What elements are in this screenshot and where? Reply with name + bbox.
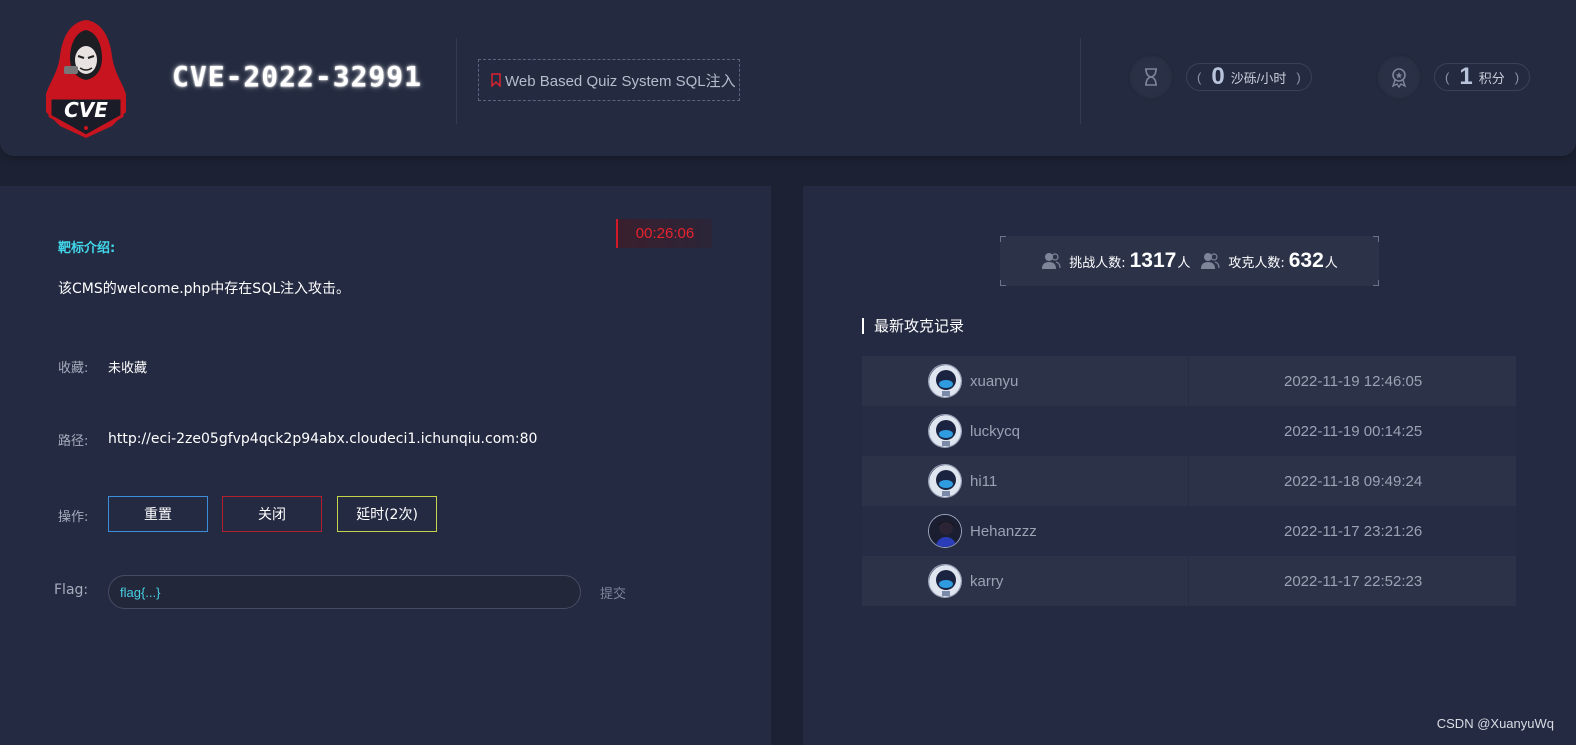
table-row: xuanyu 2022-11-19 12:46:05 xyxy=(862,356,1516,406)
intro-label: 靶标介绍: xyxy=(58,241,116,256)
medal-icon xyxy=(1376,54,1422,100)
watermark: CSDN @XuanyuWq xyxy=(1436,716,1554,731)
operations-label: 操作: xyxy=(58,510,89,525)
challengers-stat: 挑战人数: 1317 人 xyxy=(1041,249,1190,273)
avatar[interactable] xyxy=(928,464,962,498)
record-time: 2022-11-17 22:52:23 xyxy=(1284,572,1423,590)
users-icon xyxy=(1042,253,1061,269)
users-icon xyxy=(1201,253,1220,269)
target-detail-panel xyxy=(0,186,771,745)
avatar[interactable] xyxy=(928,514,962,548)
sand-rate-pill: ( 0 沙砾/小时 ) xyxy=(1186,63,1312,91)
points-stat: ( 1 积分 ) xyxy=(1376,54,1531,100)
table-row: luckycq 2022-11-19 00:14:25 xyxy=(862,406,1516,456)
countdown-timer: 00:26:06 xyxy=(616,219,712,248)
paren-open: ( xyxy=(1445,69,1450,85)
record-username[interactable]: hi11 xyxy=(970,473,997,490)
path-label: 路径: xyxy=(58,434,89,449)
challengers-label: 挑战人数: xyxy=(1069,255,1126,271)
logo-text: CVE xyxy=(64,98,108,122)
points-pill: ( 1 积分 ) xyxy=(1434,63,1531,91)
record-username[interactable]: karry xyxy=(970,573,1003,590)
points-value: 1 xyxy=(1459,63,1473,90)
paren-close: ) xyxy=(1296,69,1301,85)
challengers-unit: 人 xyxy=(1177,255,1191,271)
challengers-count: 1317 xyxy=(1129,249,1177,272)
solvers-count: 632 xyxy=(1288,249,1324,272)
header-divider xyxy=(456,38,457,124)
paren-open: ( xyxy=(1197,69,1202,85)
record-time: 2022-11-18 09:49:24 xyxy=(1284,472,1423,490)
solvers-unit: 人 xyxy=(1324,255,1338,271)
avatar[interactable] xyxy=(928,564,962,598)
points-unit: 积分 xyxy=(1478,70,1505,86)
cve-logo: CVE xyxy=(46,20,126,138)
records-title: 最新攻克记录 xyxy=(862,318,964,334)
cve-id-title: CVE-2022-32991 xyxy=(172,60,423,93)
avatar[interactable] xyxy=(928,414,962,448)
sand-rate-value: 0 xyxy=(1211,63,1225,90)
bookmark-icon xyxy=(491,73,501,87)
solvers-label: 攻克人数: xyxy=(1228,255,1285,271)
table-row: Hehanzzz 2022-11-17 23:21:26 xyxy=(862,506,1516,556)
record-username[interactable]: luckycq xyxy=(970,423,1020,440)
reset-button[interactable]: 重置 xyxy=(108,496,208,532)
flag-input[interactable] xyxy=(108,575,581,609)
solvers-stat: 攻克人数: 632 人 xyxy=(1200,249,1338,273)
table-row: karry 2022-11-17 22:52:23 xyxy=(862,556,1516,606)
records-table: xuanyu 2022-11-19 12:46:05 luckycq 2022-… xyxy=(862,356,1516,606)
task-name: Web Based Quiz System SQL注入 xyxy=(505,72,736,90)
table-row: hi11 2022-11-18 09:49:24 xyxy=(862,456,1516,506)
sand-rate-stat: ( 0 沙砾/小时 ) xyxy=(1128,54,1312,100)
flag-label: Flag: xyxy=(54,582,89,598)
record-time: 2022-11-19 12:46:05 xyxy=(1284,372,1423,390)
favorite-toggle[interactable]: 未收藏 xyxy=(108,357,147,376)
close-button[interactable]: 关闭 xyxy=(222,496,322,532)
record-username[interactable]: xuanyu xyxy=(970,373,1018,390)
avatar[interactable] xyxy=(928,364,962,398)
top-header: CVE CVE-2022-32991 Web Based Quiz System… xyxy=(0,0,1576,156)
participation-counter: 挑战人数: 1317 人 攻克人数: 632 人 xyxy=(1000,236,1379,286)
header-divider xyxy=(1080,38,1081,124)
sand-rate-unit: 沙砾/小时 xyxy=(1230,70,1287,86)
task-name-box: Web Based Quiz System SQL注入 xyxy=(478,59,740,101)
delay-button[interactable]: 延时(2次) xyxy=(337,496,437,532)
paren-close: ) xyxy=(1514,69,1520,85)
intro-text: 该CMS的welcome.php中存在SQL注入攻击。 xyxy=(58,281,351,297)
record-username[interactable]: Hehanzzz xyxy=(970,523,1037,540)
submit-button[interactable]: 提交 xyxy=(600,583,626,602)
favorite-label: 收藏: xyxy=(58,361,89,376)
hourglass-icon xyxy=(1128,54,1174,100)
target-path-link[interactable]: http://eci-2ze05gfvp4qck2p94abx.cloudeci… xyxy=(108,431,537,447)
record-time: 2022-11-19 00:14:25 xyxy=(1284,422,1423,440)
record-time: 2022-11-17 23:21:26 xyxy=(1284,522,1423,540)
